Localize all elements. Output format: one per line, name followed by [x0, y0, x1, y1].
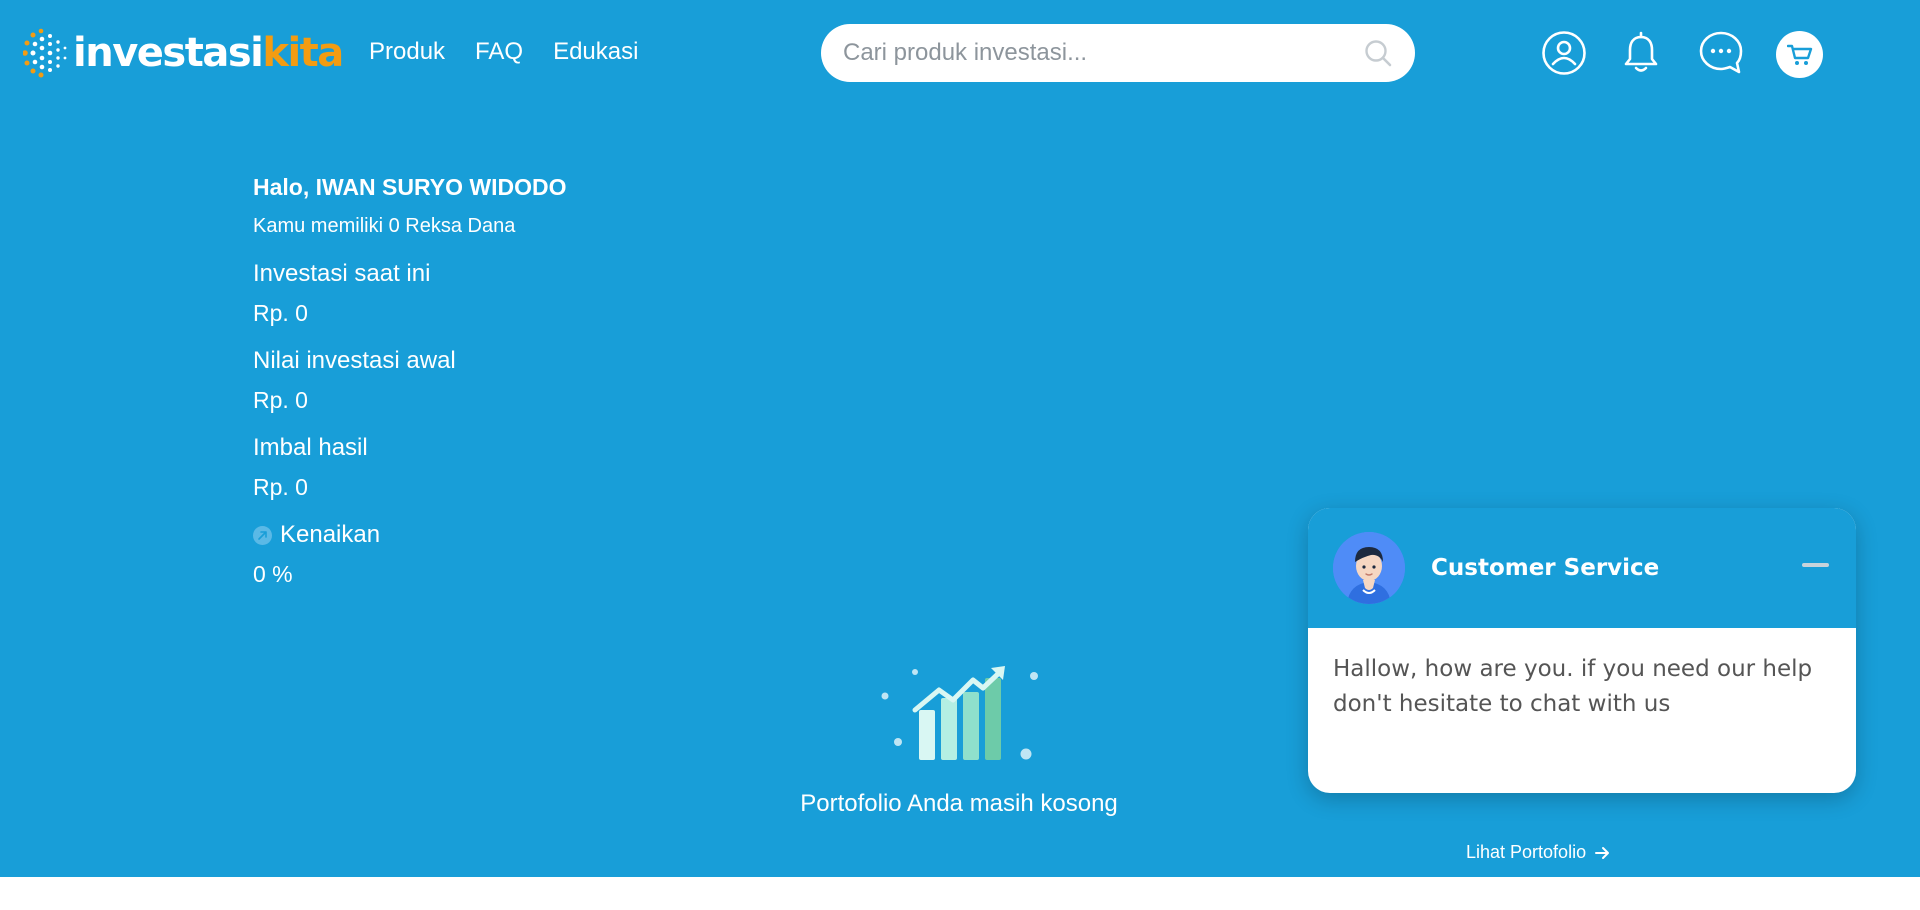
- logo-text-main: investasi: [73, 30, 264, 76]
- chat-message: Hallow, how are you. if you need our hel…: [1333, 656, 1813, 717]
- chat-header[interactable]: Customer Service: [1308, 508, 1856, 628]
- current-investment-label: Investasi saat ini: [253, 260, 431, 287]
- search-input[interactable]: [843, 39, 1363, 67]
- rise-label: Kenaikan: [280, 521, 381, 548]
- page-background: investasikita Produk FAQ Edukasi Cari pr…: [0, 0, 1920, 877]
- search-bar: [821, 24, 1415, 82]
- logo-text-accent: kita: [262, 30, 344, 76]
- greeting: Halo, IWAN SURYO WIDODO: [253, 174, 567, 200]
- chat-title: Customer Service: [1431, 555, 1660, 581]
- rise-label-row: Kenaikan: [253, 521, 567, 549]
- arrow-right-icon: [1595, 846, 1610, 859]
- portfolio-summary: Halo, IWAN SURYO WIDODO Kamu memiliki 0 …: [253, 174, 567, 588]
- avatar: [1333, 532, 1405, 604]
- see-portfolio-label: Lihat Portofolio: [1466, 842, 1587, 862]
- initial-investment-label: Nilai investasi awal: [253, 347, 456, 374]
- nav-produk[interactable]: Produk: [369, 38, 445, 66]
- agent-avatar-icon: [1333, 532, 1405, 604]
- nav-edukasi[interactable]: Edukasi: [553, 38, 638, 66]
- cart-button[interactable]: [1776, 31, 1823, 78]
- empty-portfolio-text: Portofolio Anda masih kosong: [800, 790, 1118, 817]
- minimize-icon[interactable]: [1802, 563, 1829, 567]
- initial-investment-value: Rp. 0: [253, 387, 308, 413]
- see-portfolio-link[interactable]: Lihat Portofolio: [1466, 842, 1610, 863]
- logo[interactable]: investasikita: [23, 27, 344, 79]
- return-label: Imbal hasil: [253, 434, 368, 461]
- user-circle-icon[interactable]: [1541, 30, 1587, 76]
- mutual-fund-count: Kamu memiliki 0 Reksa Dana: [253, 215, 516, 237]
- current-investment-value: Rp. 0: [253, 300, 308, 326]
- rise-arrow-icon: [253, 525, 272, 545]
- rise-value: 0 %: [253, 561, 293, 587]
- main-nav: Produk FAQ Edukasi: [369, 38, 638, 66]
- chat-bubble-icon[interactable]: [1698, 30, 1744, 76]
- growth-chart-illustration: [881, 666, 1038, 760]
- logo-mark-icon: [23, 28, 67, 78]
- return-value: Rp. 0: [253, 474, 308, 500]
- search-icon[interactable]: [1363, 38, 1393, 68]
- chat-widget[interactable]: Customer Service Hallow, how are you. if…: [1308, 508, 1856, 793]
- bell-icon[interactable]: [1618, 30, 1664, 76]
- logo-wordmark: investasikita: [73, 30, 344, 76]
- nav-faq[interactable]: FAQ: [475, 38, 523, 66]
- cart-icon: [1786, 44, 1812, 65]
